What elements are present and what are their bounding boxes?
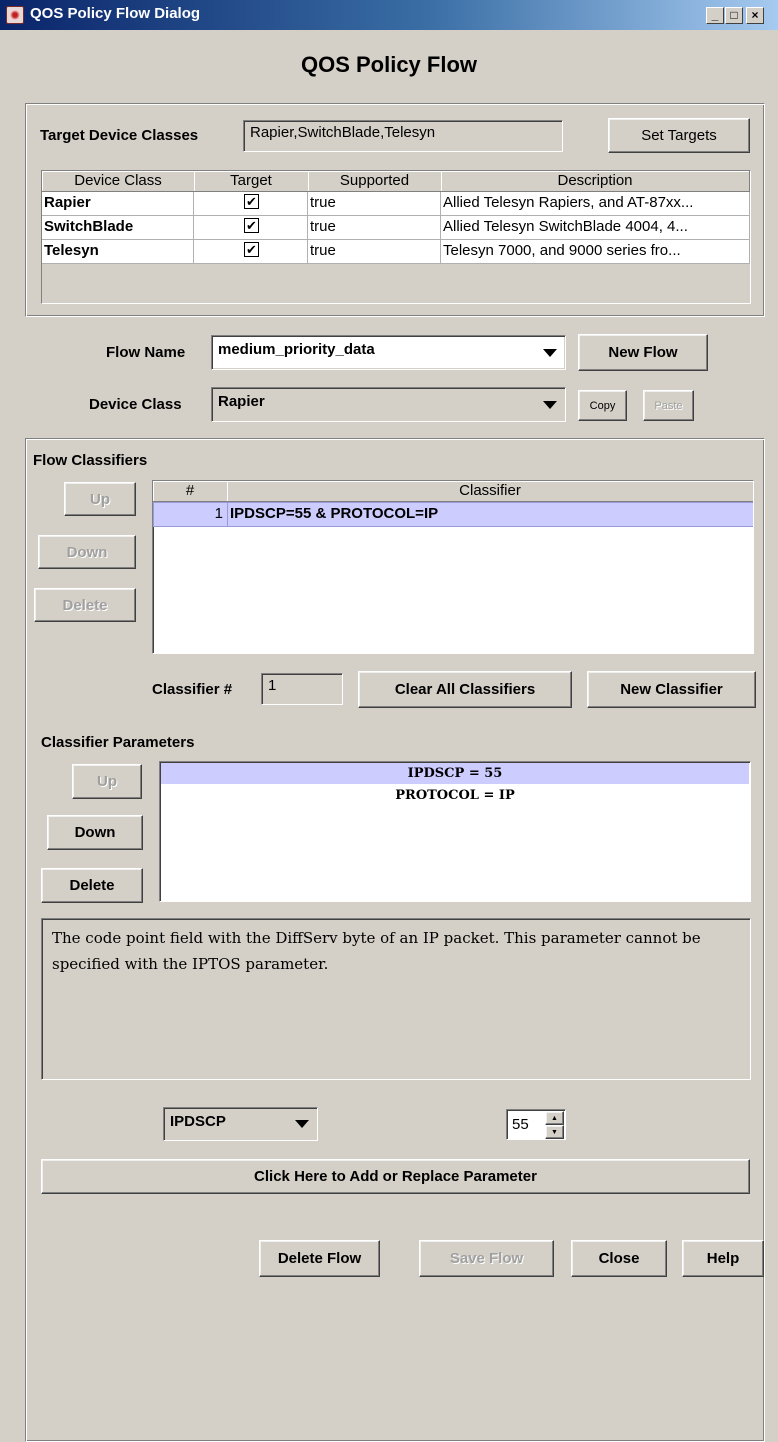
parameter-type-dropdown[interactable]: IPDSCP xyxy=(163,1107,318,1141)
delete-flow-button[interactable]: Delete Flow xyxy=(259,1240,380,1277)
set-targets-button[interactable]: Set Targets xyxy=(608,118,750,153)
flow-name-value: medium_priority_data xyxy=(218,341,375,358)
description-cell: Allied Telesyn Rapiers, and AT-87xx... xyxy=(441,192,750,215)
maximize-button[interactable]: □ xyxy=(725,7,743,24)
supported-cell: true xyxy=(308,192,441,215)
description-cell: Allied Telesyn SwitchBlade 4004, 4... xyxy=(441,216,750,239)
classifier-down-button[interactable]: Down xyxy=(38,535,136,569)
app-icon xyxy=(6,6,24,24)
table-row[interactable]: SwitchBlade true Allied Telesyn SwitchBl… xyxy=(42,216,750,240)
parameter-item-text: PROTOCOL = IP xyxy=(395,788,515,803)
target-device-classes-label: Target Device Classes xyxy=(40,127,199,144)
chevron-down-icon xyxy=(295,1120,309,1128)
parameter-value-spinner[interactable]: 55 ▲ ▼ xyxy=(506,1109,566,1140)
window-title: QOS Policy Flow Dialog xyxy=(30,5,201,22)
column-header-classifier[interactable]: Classifier xyxy=(227,481,753,502)
column-header-description[interactable]: Description xyxy=(441,171,750,192)
device-class-dropdown[interactable]: Rapier xyxy=(211,387,566,422)
device-class-cell: Telesyn xyxy=(42,240,194,263)
title-bar[interactable]: QOS Policy Flow Dialog _ □ × xyxy=(0,0,778,30)
column-header-supported[interactable]: Supported xyxy=(308,171,442,192)
dialog-heading: QOS Policy Flow xyxy=(300,52,478,77)
chevron-down-icon xyxy=(543,400,557,409)
classifier-parameters-heading: Classifier Parameters xyxy=(41,734,195,751)
device-class-label: Device Class xyxy=(89,396,182,413)
parameter-item-text: IPDSCP = 55 xyxy=(407,766,503,781)
target-checkbox[interactable] xyxy=(244,240,259,261)
table-row[interactable]: Telesyn true Telesyn 7000, and 9000 seri… xyxy=(42,240,750,264)
target-cell[interactable] xyxy=(194,192,308,215)
classifier-number-cell: 1 xyxy=(154,503,228,526)
new-flow-button[interactable]: New Flow xyxy=(578,334,708,371)
flow-classifiers-heading: Flow Classifiers xyxy=(33,452,148,469)
classifier-up-button[interactable]: Up xyxy=(64,482,136,516)
flow-name-dropdown[interactable]: medium_priority_data xyxy=(211,335,566,370)
parameter-type-value: IPDSCP xyxy=(170,1113,226,1130)
parameter-list[interactable]: IPDSCP = 55 PROTOCOL = IP xyxy=(159,761,751,902)
new-classifier-button[interactable]: New Classifier xyxy=(587,671,756,708)
parameter-delete-button[interactable]: Delete xyxy=(41,868,143,903)
table-empty-area xyxy=(42,264,750,303)
list-item[interactable]: IPDSCP = 55 xyxy=(161,763,749,784)
target-checkbox[interactable] xyxy=(244,192,259,213)
supported-cell: true xyxy=(308,240,441,263)
clear-all-classifiers-button[interactable]: Clear All Classifiers xyxy=(358,671,572,708)
column-header-device-class[interactable]: Device Class xyxy=(42,171,195,192)
parameter-up-button[interactable]: Up xyxy=(72,764,142,799)
target-cell[interactable] xyxy=(194,240,308,263)
supported-cell: true xyxy=(308,216,441,239)
paste-button[interactable]: Paste xyxy=(643,390,694,421)
list-item[interactable]: PROTOCOL = IP xyxy=(161,785,749,806)
column-header-target[interactable]: Target xyxy=(194,171,309,192)
table-row[interactable]: 1 IPDSCP=55 & PROTOCOL=IP xyxy=(153,502,753,527)
parameter-down-button[interactable]: Down xyxy=(47,815,143,850)
close-window-button[interactable]: × xyxy=(746,7,764,24)
description-cell: Telesyn 7000, and 9000 series fro... xyxy=(441,240,750,263)
spinner-down-icon[interactable]: ▼ xyxy=(545,1125,564,1139)
target-cell[interactable] xyxy=(194,216,308,239)
minimize-button[interactable]: _ xyxy=(706,7,724,24)
chevron-down-icon xyxy=(543,348,557,357)
parameter-description: The code point field with the DiffServ b… xyxy=(41,918,751,1080)
help-button[interactable]: Help xyxy=(682,1240,764,1277)
device-class-table[interactable]: Device Class Target Supported Descriptio… xyxy=(41,170,751,304)
classifier-number-field: 1 xyxy=(261,673,343,705)
flow-name-label: Flow Name xyxy=(106,344,186,361)
table-row[interactable]: Rapier true Allied Telesyn Rapiers, and … xyxy=(42,192,750,216)
device-class-value: Rapier xyxy=(218,393,265,410)
device-class-cell: Rapier xyxy=(42,192,194,215)
add-replace-parameter-button[interactable]: Click Here to Add or Replace Parameter xyxy=(41,1159,750,1194)
column-header-number[interactable]: # xyxy=(153,481,228,502)
classifier-table[interactable]: # Classifier 1 IPDSCP=55 & PROTOCOL=IP xyxy=(152,480,754,654)
classifier-delete-button[interactable]: Delete xyxy=(34,588,136,622)
spinner-up-icon[interactable]: ▲ xyxy=(545,1111,564,1125)
classifier-cell: IPDSCP=55 & PROTOCOL=IP xyxy=(230,505,439,522)
save-flow-button[interactable]: Save Flow xyxy=(419,1240,554,1277)
target-checkbox[interactable] xyxy=(244,216,259,237)
classifier-number-label: Classifier # xyxy=(152,681,233,698)
parameter-value[interactable]: 55 xyxy=(512,1116,529,1133)
device-class-cell: SwitchBlade xyxy=(42,216,194,239)
copy-button[interactable]: Copy xyxy=(578,390,627,421)
target-device-classes-field: Rapier,SwitchBlade,Telesyn xyxy=(243,120,563,152)
close-button[interactable]: Close xyxy=(571,1240,667,1277)
